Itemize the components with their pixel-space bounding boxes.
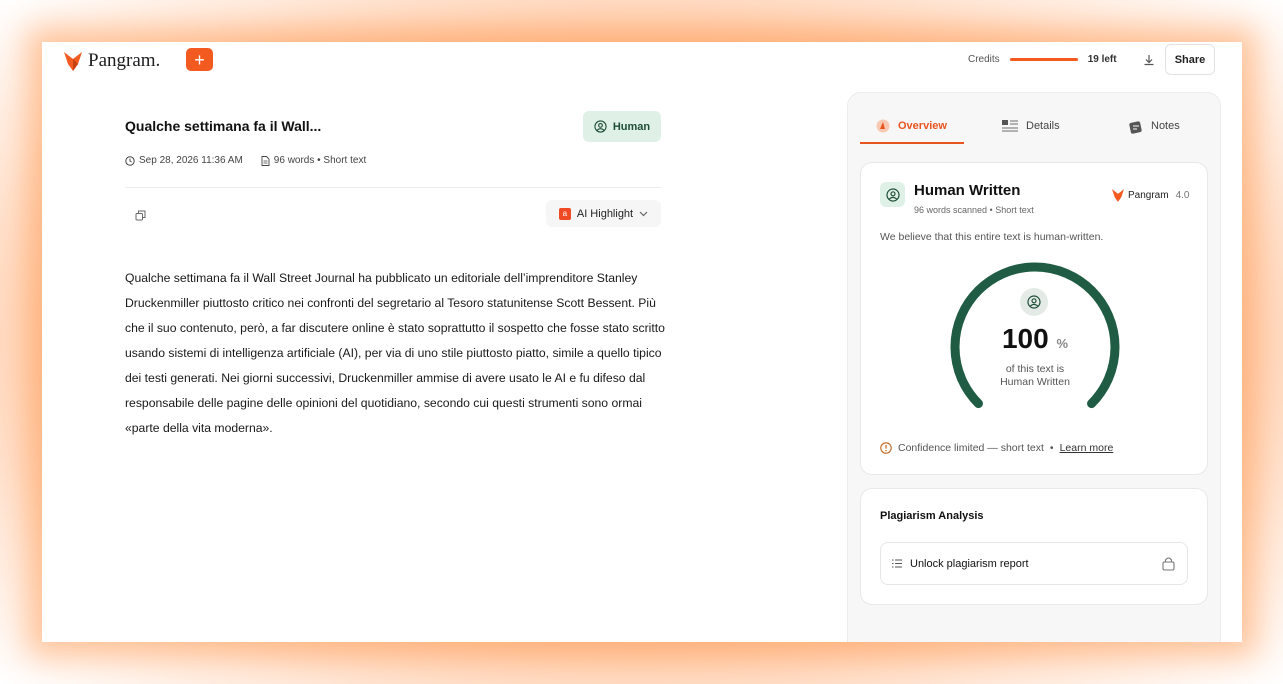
credits-bar-fill xyxy=(1009,58,1078,61)
score-value: 100 % xyxy=(961,323,1109,355)
score-caption-line-2: Human Written xyxy=(1000,376,1070,388)
document-meta: Sep 28, 2026 11:36 AM 96 words • Short t… xyxy=(125,155,366,166)
tab-notes[interactable]: Notes xyxy=(1128,108,1180,144)
ai-highlight-dropdown[interactable]: a AI Highlight xyxy=(546,200,661,227)
score-unit: % xyxy=(1056,336,1069,351)
user-circle-icon xyxy=(594,120,607,133)
list-icon xyxy=(892,559,902,568)
overview-icon xyxy=(876,119,890,133)
human-badge: Human xyxy=(583,111,661,142)
confidence-separator: • xyxy=(1049,442,1054,454)
model-brand-name: Pangram xyxy=(1128,190,1169,201)
credits-bar xyxy=(1009,58,1078,61)
result-panel: Overview Details Notes Human Written 96 … xyxy=(847,92,1221,642)
brand-name: Pangram. xyxy=(88,50,161,71)
result-statement: We believe that this entire text is huma… xyxy=(880,231,1104,243)
model-brand: Pangram 4.0 xyxy=(1112,189,1189,202)
ai-highlight-icon: a xyxy=(558,207,571,220)
tab-overview[interactable]: Overview xyxy=(876,108,947,144)
plagiarism-title: Plagiarism Analysis xyxy=(880,510,984,522)
credits-meter: Credits 19 left xyxy=(968,54,1117,65)
download-icon[interactable] xyxy=(1143,53,1155,71)
notes-icon xyxy=(1129,120,1142,134)
plagiarism-card: Plagiarism Analysis Unlock plagiarism re… xyxy=(860,488,1208,605)
document-date: Sep 28, 2026 11:36 AM xyxy=(139,155,243,166)
tab-overview-label: Overview xyxy=(898,120,947,132)
score-number: 100 xyxy=(1001,323,1049,354)
tab-notes-label: Notes xyxy=(1151,120,1180,132)
document-word-count: 96 words • Short text xyxy=(273,155,367,166)
chevron-down-icon xyxy=(639,211,648,216)
document-title: Qualche settimana fa il Wall... xyxy=(125,118,322,134)
tab-details-label: Details xyxy=(1026,120,1060,132)
score-caption: of this text is Human Written xyxy=(961,363,1109,389)
details-icon xyxy=(1002,120,1018,132)
score-caption-line-1: of this text is xyxy=(1005,363,1065,375)
new-document-button[interactable]: + xyxy=(186,48,213,71)
result-title: Human Written xyxy=(914,182,1021,199)
gauge-user-icon xyxy=(1020,288,1048,316)
result-card: Human Written 96 words scanned • Short t… xyxy=(860,162,1208,475)
credits-label: Credits xyxy=(968,54,1000,65)
human-written-icon xyxy=(880,182,905,207)
unlock-plagiarism-button[interactable]: Unlock plagiarism report xyxy=(880,542,1188,585)
divider xyxy=(125,187,661,188)
lock-icon xyxy=(1162,557,1175,571)
human-badge-label: Human xyxy=(612,120,651,133)
confidence-text: Confidence limited — short text xyxy=(898,442,1044,454)
tab-details[interactable]: Details xyxy=(1002,108,1060,144)
tab-active-indicator xyxy=(860,142,964,144)
share-button[interactable]: Share xyxy=(1165,44,1215,75)
ai-highlight-label: AI Highlight xyxy=(576,207,634,220)
fox-logo-icon xyxy=(64,51,82,71)
app-window: Pangram. + Credits 19 left Share Qualche… xyxy=(42,42,1242,642)
fox-logo-icon xyxy=(1112,189,1124,202)
file-icon xyxy=(261,155,270,166)
panel-tabs: Overview Details Notes xyxy=(860,108,1208,144)
clock-icon xyxy=(125,155,135,166)
document-body: Qualche settimana fa il Wall Street Jour… xyxy=(125,271,665,435)
info-icon xyxy=(880,442,892,454)
unlock-plagiarism-label: Unlock plagiarism report xyxy=(910,557,1029,570)
learn-more-link[interactable]: Learn more xyxy=(1060,442,1114,454)
copy-icon[interactable] xyxy=(135,208,146,226)
credits-remaining: 19 left xyxy=(1087,54,1117,65)
model-version: 4.0 xyxy=(1175,190,1190,201)
result-subtitle: 96 words scanned • Short text xyxy=(914,205,1034,215)
logo[interactable]: Pangram. xyxy=(64,50,160,72)
confidence-note: Confidence limited — short text • Learn … xyxy=(880,442,1113,454)
